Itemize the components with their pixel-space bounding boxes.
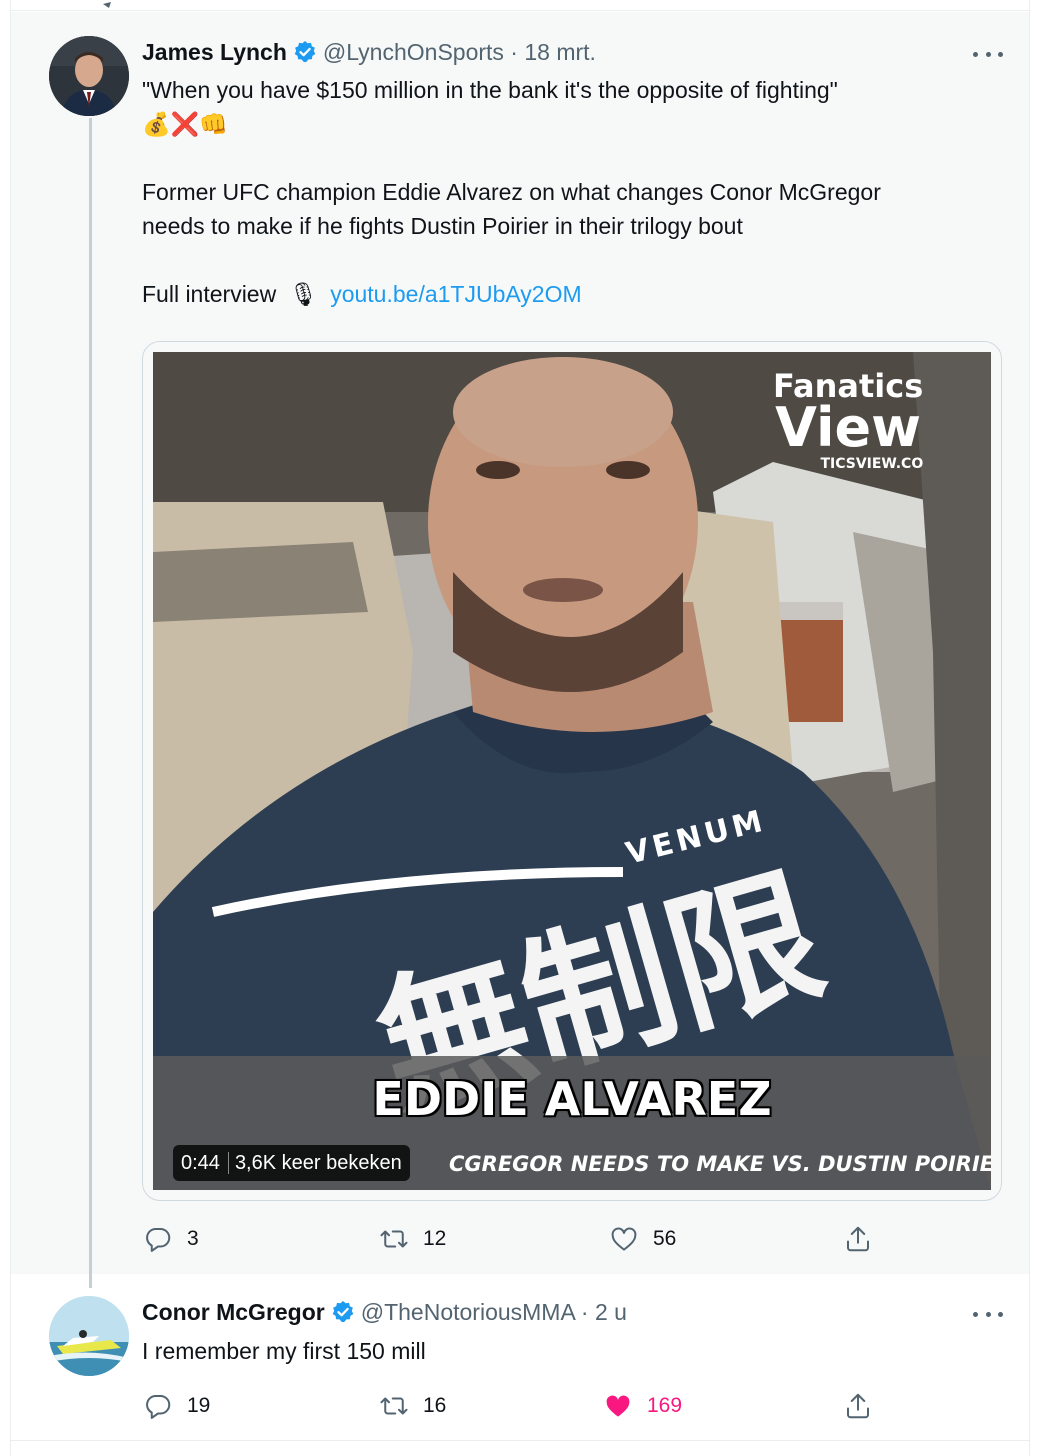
youtube-link[interactable]: youtu.be/a1TJUbAy2OM xyxy=(330,281,581,307)
author-handle-and-time[interactable]: @TheNotoriousMMA · 2 u xyxy=(361,1299,627,1326)
video-player[interactable]: VENUM 無制限 Fanatics View TICSVIEW.CO EDDI… xyxy=(153,352,991,1190)
retweet-icon xyxy=(380,1230,408,1248)
share-icon xyxy=(847,1393,869,1419)
retweet-icon xyxy=(380,1397,408,1415)
video-views: 3,6K keer bekeken xyxy=(234,1151,402,1174)
reply-count: 3 xyxy=(187,1227,199,1250)
share-icon xyxy=(847,1226,869,1252)
heart-filled-icon xyxy=(606,1395,630,1417)
author-name[interactable]: Conor McGregor xyxy=(142,1299,325,1326)
heart-icon xyxy=(611,1227,637,1251)
verified-badge-icon xyxy=(332,1301,354,1322)
like-button[interactable]: 56 xyxy=(609,1224,676,1254)
like-count: 169 xyxy=(647,1394,683,1417)
more-options-icon[interactable] xyxy=(973,44,1003,64)
thread-connector-line xyxy=(89,118,92,1288)
tweet-text-para2-line2: needs to make if he fights Dustin Poirie… xyxy=(142,213,743,239)
avatar-conor-mcgregor[interactable] xyxy=(49,1296,129,1376)
reply-count: 19 xyxy=(187,1394,211,1417)
reply-icon xyxy=(146,1395,171,1419)
timeline-column: James Lynch @LynchOnSports · 18 mrt. "Wh… xyxy=(10,0,1030,1456)
tweet-emoji-line: 💰❌👊 xyxy=(142,107,228,141)
tweet-text-para2-line1: Former UFC champion Eddie Alvarez on wha… xyxy=(142,179,881,205)
caption-subtitle: CGREGOR NEEDS TO MAKE VS. DUSTIN POIRIER xyxy=(449,1152,991,1176)
author-name[interactable]: James Lynch xyxy=(142,39,287,66)
author-handle-and-time[interactable]: @LynchOnSports · 18 mrt. xyxy=(323,39,596,66)
video-card[interactable]: VENUM 無制限 Fanatics View TICSVIEW.CO EDDI… xyxy=(142,341,1002,1201)
tweet-header: James Lynch @LynchOnSports · 18 mrt. xyxy=(142,37,596,67)
share-button[interactable] xyxy=(843,1224,873,1254)
arrow-mark-icon xyxy=(103,2,111,8)
avatar-james-lynch[interactable] xyxy=(49,36,129,116)
fanatics-view-logo: Fanatics View TICSVIEW.CO xyxy=(773,367,924,472)
tweet-text-line-1: "When you have $150 million in the bank … xyxy=(142,77,838,103)
more-options-icon[interactable] xyxy=(973,1304,1003,1324)
retweet-button[interactable]: 12 xyxy=(379,1224,446,1254)
video-duration: 0:44 xyxy=(181,1151,220,1174)
avatar-photo xyxy=(49,36,129,116)
tweet-divider xyxy=(11,1440,1029,1441)
retweet-count: 16 xyxy=(423,1394,447,1417)
retweet-button[interactable]: 16 xyxy=(379,1391,446,1421)
caption-name: EDDIE ALVAREZ xyxy=(372,1072,772,1126)
money-bag-cross-fist-emoji: 💰❌👊 xyxy=(142,111,228,137)
reply-button[interactable]: 3 xyxy=(143,1224,199,1254)
microphone-emoji: 🎙 xyxy=(288,281,318,307)
tweet-text-interview-line: Full interview 🎙 youtu.be/a1TJUbAy2OM xyxy=(142,277,582,311)
like-button[interactable]: 169 xyxy=(603,1391,682,1421)
like-count: 56 xyxy=(653,1227,677,1250)
avatar-photo xyxy=(49,1296,129,1376)
tweet-header: Conor McGregor @TheNotoriousMMA · 2 u xyxy=(142,1297,627,1327)
retweet-count: 12 xyxy=(423,1227,447,1250)
full-interview-label: Full interview xyxy=(142,281,277,307)
tweet-text: I remember my first 150 mill xyxy=(142,1338,426,1364)
share-button[interactable] xyxy=(843,1391,873,1421)
verified-badge-icon xyxy=(294,41,316,62)
reply-icon xyxy=(146,1228,171,1252)
reply-button[interactable]: 19 xyxy=(143,1391,210,1421)
video-duration-views-badge: 0:44 3,6K keer bekeken xyxy=(173,1145,410,1181)
top-border xyxy=(11,0,1029,11)
